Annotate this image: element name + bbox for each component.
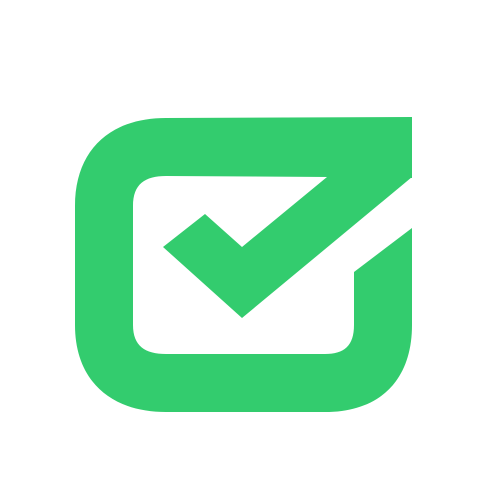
logo-canvas — [0, 0, 500, 500]
checkbox-check-icon — [75, 117, 412, 412]
